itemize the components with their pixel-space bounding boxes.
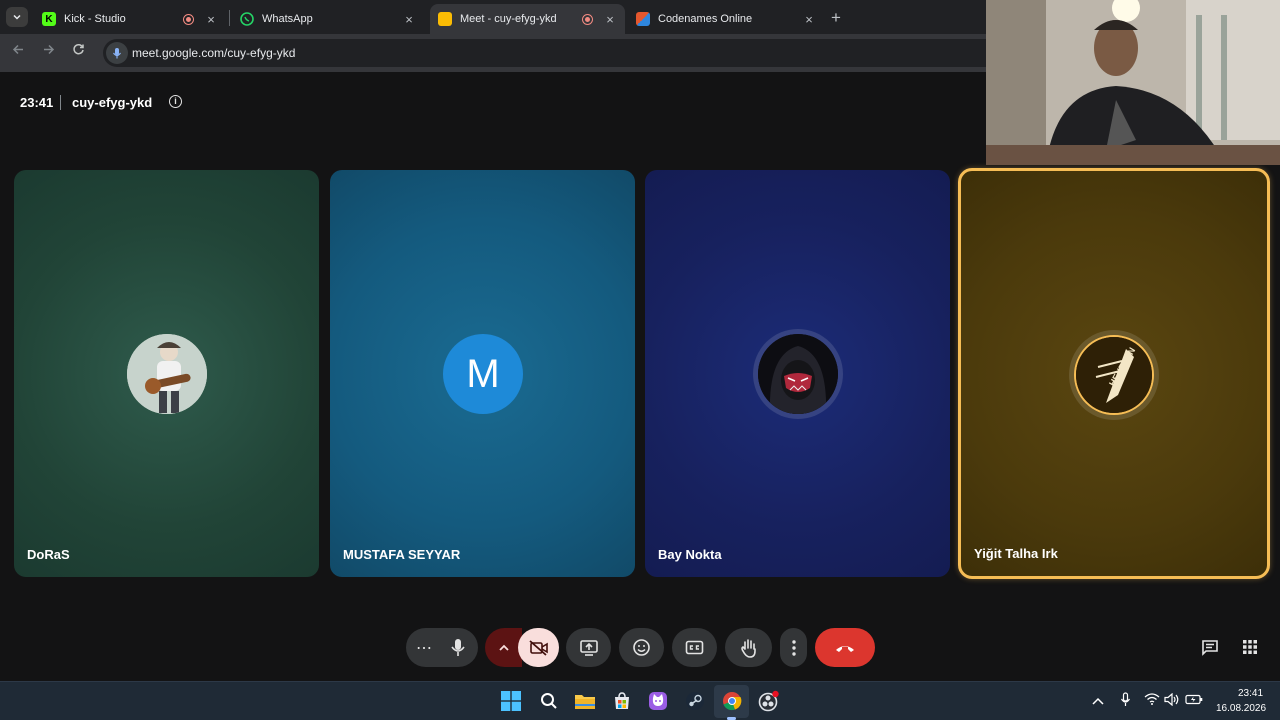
- steam-icon[interactable]: [684, 690, 706, 712]
- forward-button[interactable]: [42, 43, 55, 59]
- avatar: [127, 334, 207, 414]
- participant-tile-mustafa[interactable]: M MUSTAFA SEYYAR: [330, 170, 635, 577]
- self-camera-photo: [986, 0, 1280, 165]
- close-tab-icon[interactable]: ×: [204, 12, 218, 27]
- participant-tile-yigit-talha-irk[interactable]: HEYELAN Yiğit Talha Irk: [958, 168, 1270, 579]
- guitar-player-photo: [127, 334, 207, 414]
- close-tab-icon[interactable]: ×: [402, 12, 416, 27]
- more-audio-options-button[interactable]: ⋯: [416, 638, 432, 658]
- more-options-button[interactable]: [780, 628, 807, 667]
- tab-codenames[interactable]: Codenames Online ×: [628, 4, 824, 34]
- new-tab-button[interactable]: +: [831, 8, 841, 28]
- tab-divider: [229, 10, 230, 26]
- send-reaction-button[interactable]: [619, 628, 664, 667]
- avatar: HEYELAN: [1074, 335, 1154, 415]
- chat-button[interactable]: [1199, 636, 1221, 658]
- windows-start-icon[interactable]: [500, 690, 522, 712]
- close-tab-icon[interactable]: ×: [802, 12, 816, 27]
- activities-icon: [1243, 640, 1257, 654]
- meeting-time: 23:41: [20, 95, 54, 110]
- site-info-icon[interactable]: [106, 42, 128, 64]
- chevron-down-icon: [13, 14, 21, 20]
- obs-icon[interactable]: [758, 690, 780, 712]
- present-screen-button[interactable]: [566, 628, 611, 667]
- tab-whatsapp[interactable]: WhatsApp ×: [232, 4, 424, 34]
- wifi-icon[interactable]: [1144, 693, 1160, 708]
- participant-name: Yiğit Talha Irk: [974, 546, 1058, 561]
- chevron-up-icon: [498, 644, 509, 651]
- mic-control-group: ⋯: [406, 628, 478, 667]
- mic-in-use-icon[interactable]: [1120, 692, 1131, 710]
- tab-search-button[interactable]: [6, 7, 28, 27]
- heyelan-logo: HEYELAN: [1076, 337, 1152, 413]
- avatar: [758, 334, 838, 414]
- whatsapp-icon: [240, 12, 254, 26]
- participant-name: DoRaS: [27, 547, 70, 562]
- tab-title: WhatsApp: [262, 13, 313, 25]
- camera-toggle-button[interactable]: [518, 628, 559, 667]
- taskbar-clock-date[interactable]: 16.08.2026: [1216, 703, 1266, 714]
- participant-tile-bay-nokta[interactable]: Bay Nokta: [645, 170, 950, 577]
- meet-icon: [438, 12, 452, 26]
- leave-call-icon: [836, 645, 854, 652]
- taskbar-clock-time[interactable]: 23:41: [1238, 688, 1263, 699]
- mic-button[interactable]: [450, 638, 466, 657]
- meeting-code: cuy-efyg-ykd: [72, 95, 153, 110]
- codenames-icon: [636, 12, 650, 26]
- battery-icon[interactable]: [1185, 694, 1203, 708]
- chevron-up-icon: [1092, 697, 1104, 705]
- present-icon: [579, 640, 598, 656]
- recording-icon: [582, 13, 593, 25]
- participant-tile-doras[interactable]: DoRaS: [14, 170, 319, 577]
- url-text: meet.google.com/cuy-efyg-ykd: [132, 46, 296, 60]
- tab-title: Codenames Online: [658, 13, 753, 25]
- volume-icon[interactable]: [1164, 692, 1179, 709]
- search-icon[interactable]: [538, 690, 560, 712]
- tab-kick-studio[interactable]: K Kick - Studio ×: [34, 4, 226, 34]
- avatar: M: [443, 334, 523, 414]
- meeting-info-icon[interactable]: i: [169, 95, 182, 108]
- arrow-right-icon: [44, 44, 55, 55]
- chat-icon: [1202, 639, 1218, 656]
- masked-hood-photo: [758, 334, 838, 414]
- header-divider: [60, 95, 61, 110]
- arrow-left-icon: [12, 44, 23, 55]
- more-vert-icon: [791, 639, 796, 656]
- cat-app-icon[interactable]: [647, 690, 669, 712]
- captions-button[interactable]: [672, 628, 717, 667]
- participant-name: Bay Nokta: [658, 547, 722, 562]
- reload-icon: [73, 43, 84, 55]
- show-hidden-icons-button[interactable]: [1092, 694, 1104, 708]
- close-tab-icon[interactable]: ×: [603, 12, 617, 27]
- microsoft-store-icon[interactable]: [611, 690, 633, 712]
- self-view-video[interactable]: [986, 0, 1280, 165]
- recording-icon: [183, 13, 194, 25]
- tab-meet[interactable]: Meet - cuy-efyg-ykd ×: [430, 4, 625, 34]
- captions-icon: [685, 640, 704, 655]
- back-button[interactable]: [12, 43, 25, 59]
- reload-button[interactable]: [72, 43, 85, 59]
- mic-icon: [451, 639, 465, 656]
- kick-icon: K: [42, 12, 56, 26]
- emoji-icon: [633, 639, 650, 656]
- camera-off-icon: [528, 639, 548, 656]
- tab-title: Meet - cuy-efyg-ykd: [460, 13, 557, 25]
- participant-name: MUSTAFA SEYYAR: [343, 547, 461, 562]
- chrome-icon[interactable]: [721, 690, 743, 712]
- taskbar: 23:41 16.08.2026: [0, 681, 1280, 720]
- address-bar[interactable]: meet.google.com/cuy-efyg-ykd: [103, 39, 1003, 67]
- activities-button[interactable]: [1239, 636, 1261, 658]
- raise-hand-icon: [740, 638, 756, 658]
- raise-hand-button[interactable]: [725, 628, 772, 667]
- file-explorer-icon[interactable]: [574, 690, 596, 712]
- tab-title: Kick - Studio: [64, 13, 126, 25]
- leave-call-button[interactable]: [815, 628, 875, 667]
- camera-options-button[interactable]: [485, 628, 522, 667]
